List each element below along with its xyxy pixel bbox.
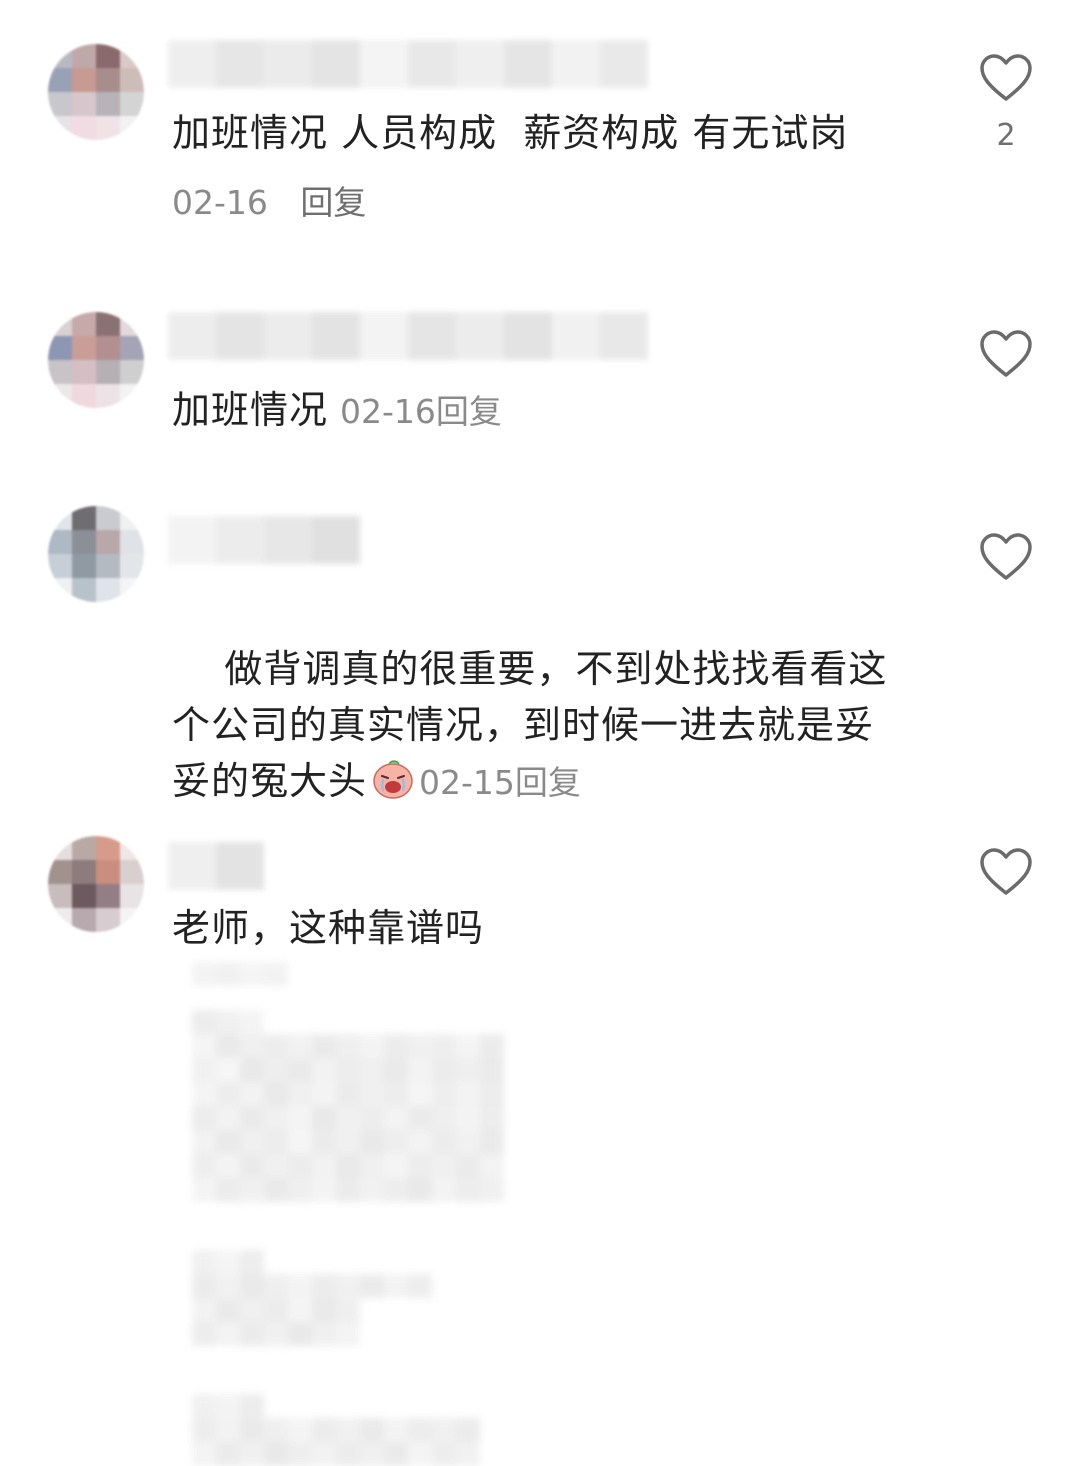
comment-content: 做背调真的很重要，不到处找找看看这个公司的真实情况，到时候一进去就是妥妥的冤大头… xyxy=(172,585,892,867)
username-redacted[interactable] xyxy=(168,40,648,88)
avatar[interactable] xyxy=(48,44,144,140)
heart-outline-icon[interactable] xyxy=(978,328,1034,380)
comment-meta: 02-16 回复 xyxy=(172,176,366,224)
avatar[interactable] xyxy=(48,836,144,932)
heart-outline-icon[interactable] xyxy=(978,531,1034,583)
reply-button[interactable]: 回复 xyxy=(515,763,581,802)
comment-date: 02-16 xyxy=(172,183,268,222)
comment-text: 加班情况 人员构成 薪资构成 有无试岗 xyxy=(172,111,849,155)
avatar[interactable] xyxy=(48,506,144,602)
reply-button[interactable]: 回复 xyxy=(300,183,366,222)
username-redacted[interactable] xyxy=(168,842,264,890)
comment-date: 02-16 xyxy=(340,392,436,431)
like-count: 2 xyxy=(996,118,1016,153)
comment-text: 加班情况 xyxy=(172,388,329,432)
crying-face-emoji xyxy=(373,760,413,799)
comment-content: 加班情况 02-16回复 xyxy=(172,382,502,440)
redacted-image-attachment[interactable] xyxy=(192,962,512,1466)
avatar[interactable] xyxy=(48,312,144,408)
username-redacted[interactable] xyxy=(168,516,360,564)
username-redacted[interactable] xyxy=(168,312,648,360)
heart-outline-icon[interactable] xyxy=(978,846,1034,898)
comment-text: 老师，这种靠谱吗 xyxy=(172,906,485,950)
comment-date: 02-15 xyxy=(419,763,515,802)
heart-outline-icon[interactable] xyxy=(978,52,1034,104)
reply-button[interactable]: 回复 xyxy=(436,392,502,431)
